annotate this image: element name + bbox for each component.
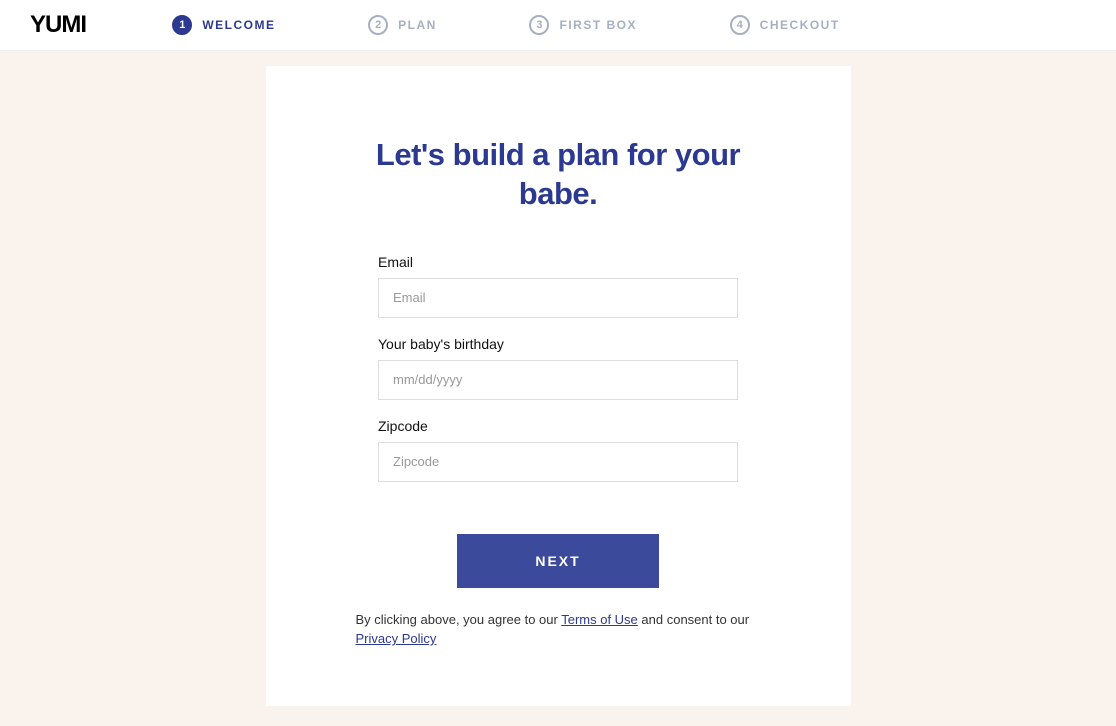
step-number-icon: 2 [368, 15, 388, 35]
step-number-icon: 1 [172, 15, 192, 35]
logo: YUMI [30, 11, 86, 39]
step-label: WELCOME [202, 18, 275, 32]
page-title: Let's build a plan for your babe. [356, 136, 761, 214]
step-checkout[interactable]: 4 CHECKOUT [730, 15, 840, 35]
progress-steps: 1 WELCOME 2 PLAN 3 FIRST BOX 4 CHECKOUT [126, 15, 886, 35]
onboarding-form: Email Your baby's birthday Zipcode [378, 254, 738, 482]
zipcode-field-group: Zipcode [378, 418, 738, 482]
birthday-field-group: Your baby's birthday [378, 336, 738, 400]
step-label: PLAN [398, 18, 437, 32]
privacy-link[interactable]: Privacy Policy [356, 631, 437, 646]
birthday-input[interactable] [378, 360, 738, 400]
legal-text: By clicking above, you agree to our Term… [356, 610, 761, 649]
email-label: Email [378, 254, 738, 270]
step-number-icon: 3 [529, 15, 549, 35]
next-button[interactable]: NEXT [457, 534, 659, 588]
content-area: Let's build a plan for your babe. Email … [0, 51, 1116, 706]
email-field-group: Email [378, 254, 738, 318]
terms-link[interactable]: Terms of Use [561, 612, 638, 627]
email-input[interactable] [378, 278, 738, 318]
step-label: CHECKOUT [760, 18, 840, 32]
legal-prefix: By clicking above, you agree to our [356, 612, 562, 627]
onboarding-card: Let's build a plan for your babe. Email … [266, 66, 851, 706]
header: YUMI 1 WELCOME 2 PLAN 3 FIRST BOX 4 CHEC… [0, 0, 1116, 51]
step-welcome[interactable]: 1 WELCOME [172, 15, 275, 35]
next-button-wrap: NEXT [356, 534, 761, 588]
birthday-label: Your baby's birthday [378, 336, 738, 352]
step-number-icon: 4 [730, 15, 750, 35]
step-label: FIRST BOX [559, 18, 637, 32]
step-plan[interactable]: 2 PLAN [368, 15, 437, 35]
legal-mid: and consent to our [638, 612, 749, 627]
step-first-box[interactable]: 3 FIRST BOX [529, 15, 637, 35]
zipcode-input[interactable] [378, 442, 738, 482]
zipcode-label: Zipcode [378, 418, 738, 434]
